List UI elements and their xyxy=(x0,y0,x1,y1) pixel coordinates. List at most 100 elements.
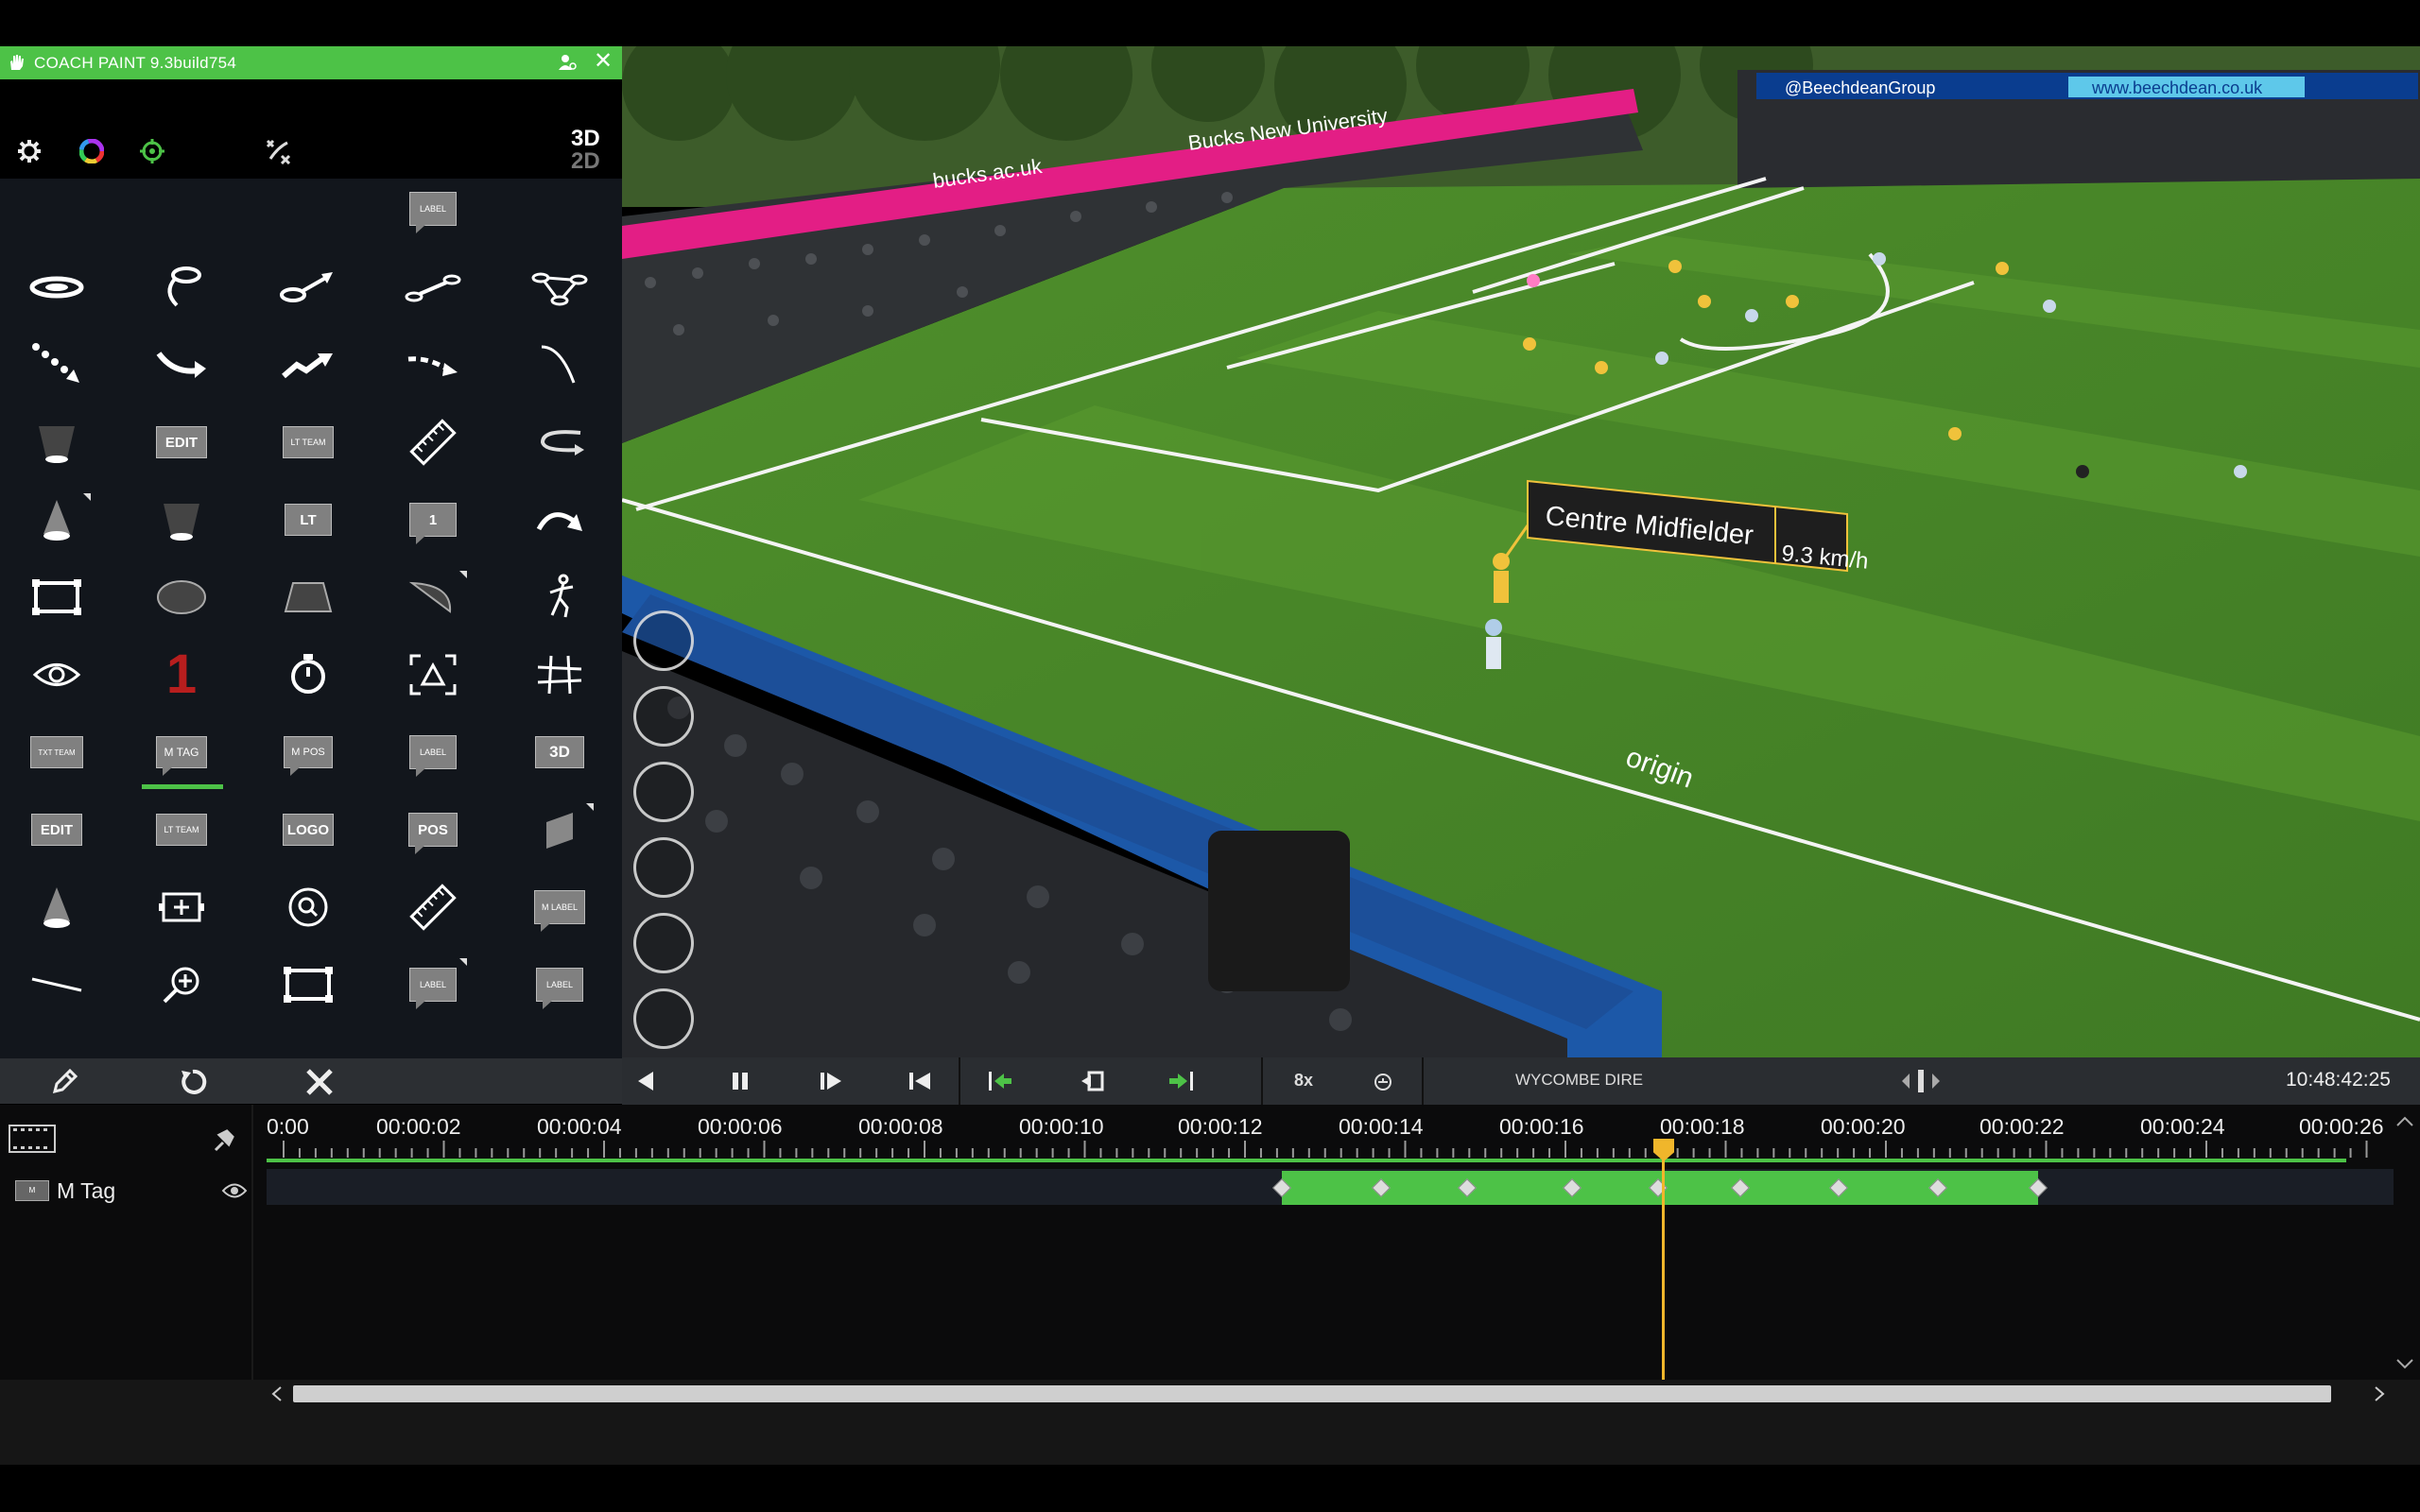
user-icon[interactable] xyxy=(558,53,577,72)
tool-ring-arrow[interactable] xyxy=(270,259,346,316)
play-back-button[interactable] xyxy=(622,1057,669,1105)
mark-in-button[interactable] xyxy=(977,1057,1025,1105)
pos-chip: POS xyxy=(408,813,458,854)
delete-icon[interactable] xyxy=(304,1067,335,1097)
skip-start-button[interactable] xyxy=(896,1057,943,1105)
tool-txt-team[interactable]: TXT TEAM xyxy=(19,724,95,781)
tool-pos[interactable]: POS xyxy=(395,801,471,858)
tool-number[interactable]: 1 xyxy=(144,646,219,703)
tool-dashed-arrow[interactable] xyxy=(395,336,471,393)
tool-visibility[interactable] xyxy=(19,646,95,703)
overlay-chain-tool[interactable] xyxy=(633,988,694,1049)
ruler-label: 00:00:12 xyxy=(1178,1114,1263,1139)
horizontal-scrollbar[interactable] xyxy=(0,1380,2420,1408)
tool-rectangle[interactable] xyxy=(270,956,346,1013)
tool-ruler[interactable] xyxy=(395,414,471,471)
tool-ring-triangle[interactable] xyxy=(522,259,597,316)
overlay-path-tool[interactable] xyxy=(633,837,694,898)
tool-magnifier[interactable] xyxy=(144,956,219,1013)
tool-curved-arrow[interactable] xyxy=(144,336,219,393)
tool-edit-2[interactable]: EDIT xyxy=(19,801,95,858)
rectangle-icon xyxy=(32,579,81,615)
tool-redo-arrow[interactable] xyxy=(522,491,597,548)
tool-lt-team-2[interactable]: LT TEAM xyxy=(144,801,219,858)
pause-button[interactable] xyxy=(717,1057,764,1105)
tool-m-label[interactable]: M LABEL xyxy=(522,879,597,936)
tool-ruler-2[interactable] xyxy=(395,879,471,936)
tool-label-d[interactable]: LABEL xyxy=(522,956,597,1013)
toggle-3d[interactable]: 3D xyxy=(571,128,600,150)
playhead[interactable] xyxy=(1662,1144,1665,1381)
close-icon[interactable]: ✕ xyxy=(594,49,613,74)
tool-cone-spotlight[interactable] xyxy=(19,414,95,471)
overlay-link-tool[interactable] xyxy=(633,913,694,973)
tool-camera-add[interactable] xyxy=(144,879,219,936)
ruler-label: 00:00:10 xyxy=(1019,1114,1104,1139)
undo-icon[interactable] xyxy=(178,1067,208,1097)
pin-icon[interactable] xyxy=(210,1125,238,1154)
tool-label-b[interactable]: LABEL xyxy=(395,724,471,781)
tool-edit[interactable]: EDIT xyxy=(144,414,219,471)
tool-cone-light[interactable] xyxy=(144,491,219,548)
scroll-left-icon[interactable] xyxy=(270,1385,284,1402)
pencil-icon[interactable] xyxy=(49,1067,79,1097)
ruler-label: 00:00:24 xyxy=(2140,1114,2225,1139)
scroll-thumb[interactable] xyxy=(293,1385,2331,1402)
tool-m-pos[interactable]: M POS xyxy=(270,724,346,781)
tool-ring-curve[interactable] xyxy=(144,259,219,316)
tool-ellipse-area[interactable] xyxy=(144,569,219,626)
step-forward-button[interactable] xyxy=(807,1057,855,1105)
video-viewport[interactable]: bucks.ac.uk Bucks New University @Beechd… xyxy=(622,46,2420,1057)
tool-zigzag-arrow[interactable] xyxy=(270,336,346,393)
tool-curve-line[interactable] xyxy=(522,336,597,393)
overlay-camera-tool[interactable] xyxy=(633,610,694,671)
toggle-2d[interactable]: 2D xyxy=(571,150,600,173)
panel-toolbar xyxy=(0,79,622,179)
tool-lt[interactable]: LT xyxy=(270,491,346,548)
tool-stopwatch[interactable] xyxy=(270,646,346,703)
track-visibility-icon[interactable] xyxy=(221,1182,248,1199)
scroll-right-icon[interactable] xyxy=(2373,1385,2386,1402)
tool-trapezoid[interactable] xyxy=(270,569,346,626)
filmstrip-icon[interactable] xyxy=(8,1122,57,1156)
tool-frame-select[interactable] xyxy=(395,646,471,703)
split-handle-icon[interactable] xyxy=(1900,1069,1942,1093)
scroll-down-icon[interactable] xyxy=(2395,1358,2414,1371)
tool-cone[interactable] xyxy=(19,879,95,936)
tool-ring-link[interactable] xyxy=(395,259,471,316)
overlay-mute-tool[interactable] xyxy=(633,762,694,822)
ruler-label: 00:00:14 xyxy=(1339,1114,1424,1139)
title-bar[interactable]: COACH PAINT 9.3build754 ✕ xyxy=(0,46,622,79)
tool-label-c[interactable]: LABEL xyxy=(395,956,471,1013)
overlay-move-tool[interactable] xyxy=(633,686,694,747)
play-back-icon xyxy=(638,1072,653,1091)
logo-chip: LOGO xyxy=(283,814,334,846)
go-to-in-button[interactable] xyxy=(1068,1057,1115,1105)
tool-line[interactable] xyxy=(19,956,95,1013)
tool-zoom-circle[interactable] xyxy=(270,879,346,936)
tool-number-box[interactable]: 1 xyxy=(395,491,471,548)
tool-lt-team[interactable]: LT TEAM xyxy=(270,414,346,471)
mark-out-button[interactable] xyxy=(1157,1057,1204,1105)
color-wheel-icon[interactable] xyxy=(79,139,104,163)
tool-player-cutout[interactable] xyxy=(522,569,597,626)
tool-return-arrow[interactable] xyxy=(522,414,597,471)
tool-logo[interactable]: LOGO xyxy=(270,801,346,858)
tool-3d[interactable]: 3D xyxy=(522,724,597,781)
tool-ellipse-spotlight[interactable] xyxy=(19,259,95,316)
loop-icon[interactable] xyxy=(1373,1072,1393,1092)
tool-rectangle-3d[interactable] xyxy=(19,569,95,626)
tool-dotted-arrow[interactable] xyxy=(19,336,95,393)
settings-icon[interactable] xyxy=(15,137,43,165)
ruler-ticks xyxy=(283,1141,2368,1158)
tool-m-tag[interactable]: M TAG xyxy=(144,724,219,781)
tool-label[interactable]: LABEL xyxy=(395,180,471,237)
tool-sector[interactable] xyxy=(395,569,471,626)
target-icon[interactable] xyxy=(140,139,164,163)
tool-plane[interactable] xyxy=(522,801,597,858)
tool-cone-3d[interactable] xyxy=(19,491,95,548)
tool-grid[interactable] xyxy=(522,646,597,703)
playback-speed[interactable]: 8x xyxy=(1294,1071,1313,1091)
tactics-icon[interactable] xyxy=(265,138,291,164)
scroll-up-icon[interactable] xyxy=(2395,1114,2414,1127)
